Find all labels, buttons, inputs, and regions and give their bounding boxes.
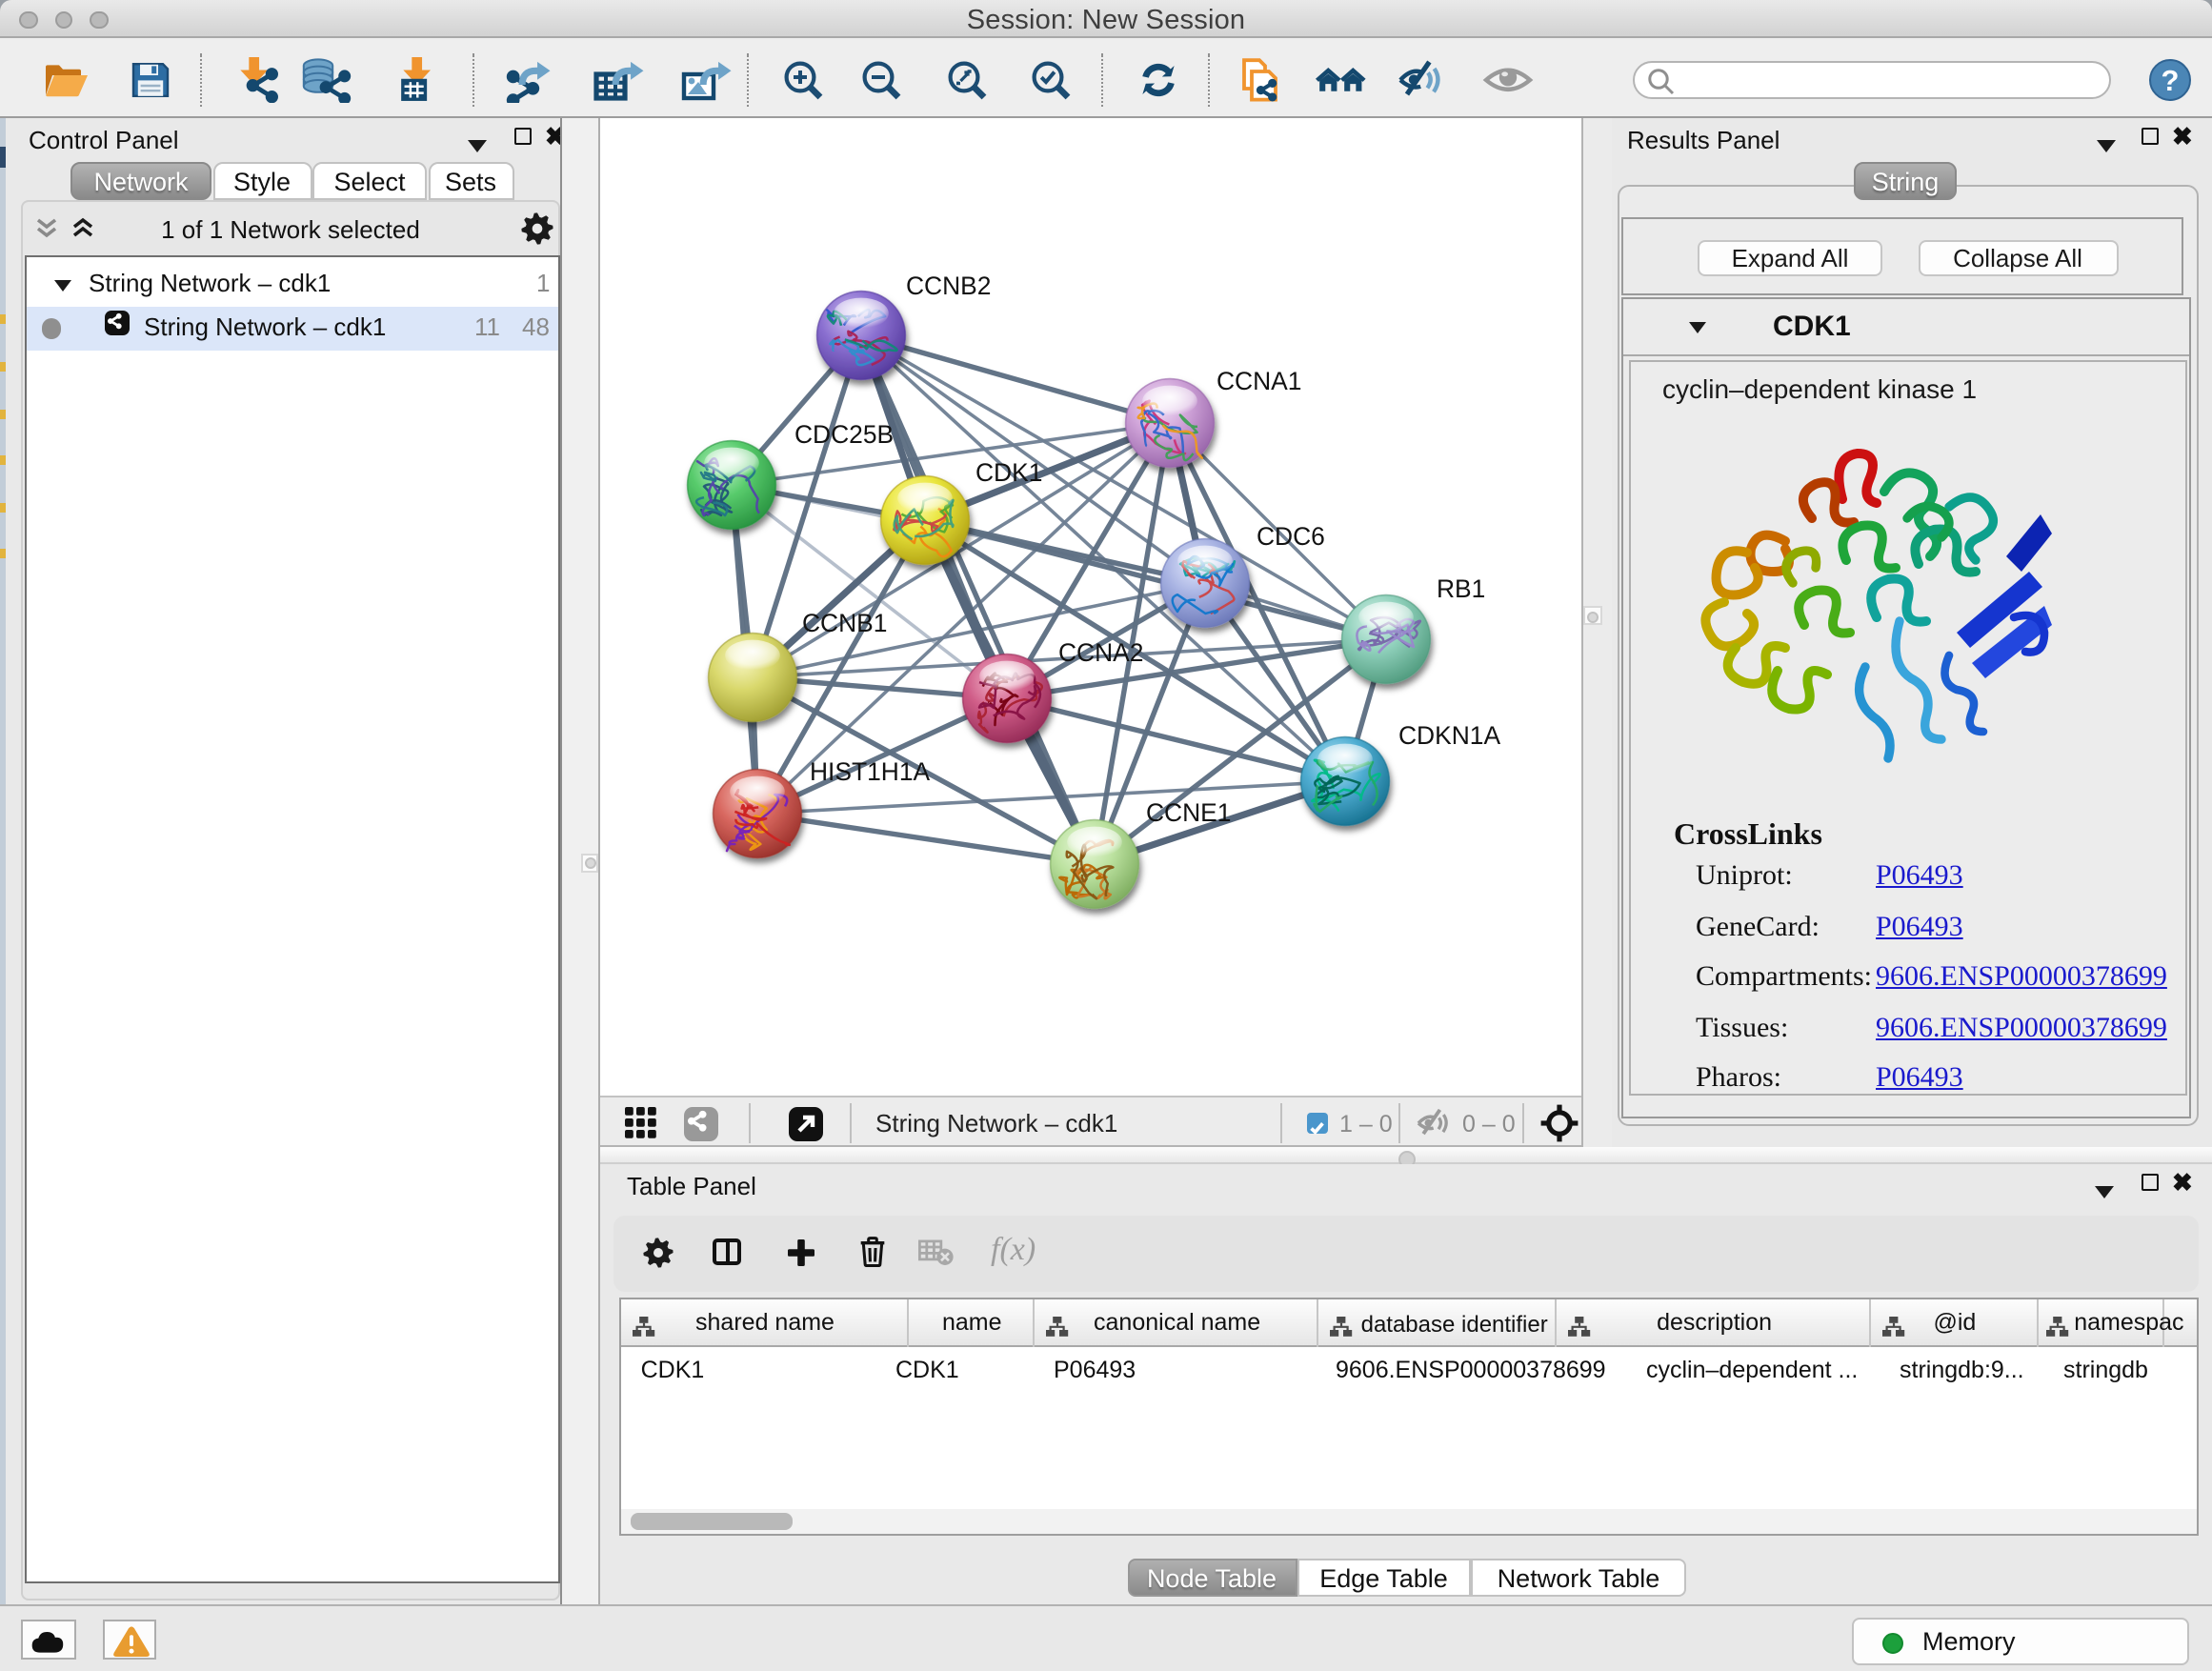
svg-text:CCNB1: CCNB1 [801, 609, 886, 637]
svg-text:CDKN1A: CDKN1A [1398, 721, 1499, 750]
svg-text:CDC25B: CDC25B [794, 420, 893, 449]
svg-text:CCNB2: CCNB2 [905, 272, 990, 300]
svg-text:HIST1H1A: HIST1H1A [809, 757, 930, 786]
svg-text:CDK1: CDK1 [975, 458, 1041, 487]
svg-text:CCNE1: CCNE1 [1145, 798, 1230, 827]
svg-text:CCNA1: CCNA1 [1216, 367, 1300, 395]
svg-text:CDC6: CDC6 [1256, 522, 1324, 551]
svg-text:RB1: RB1 [1436, 574, 1484, 603]
svg-text:CCNA2: CCNA2 [1057, 638, 1142, 667]
svg-text:?: ? [2162, 64, 2180, 97]
